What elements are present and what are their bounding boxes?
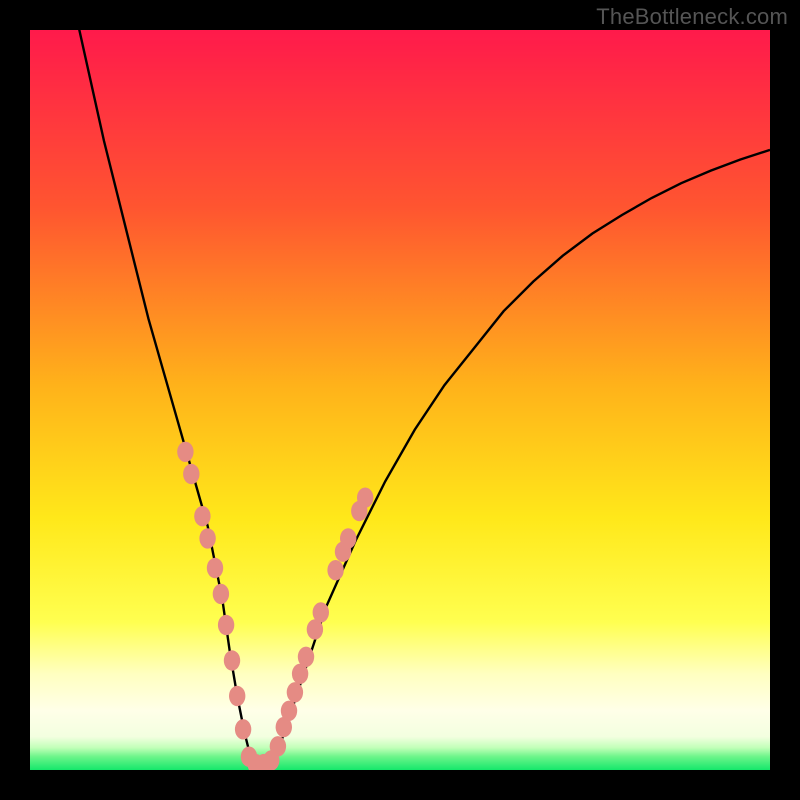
data-dot	[224, 650, 240, 670]
data-dot	[199, 528, 215, 548]
data-dot	[313, 602, 329, 622]
chart-frame	[30, 30, 770, 770]
data-dot	[194, 506, 210, 526]
data-dot	[218, 615, 234, 635]
data-dot	[287, 682, 303, 702]
data-dot	[357, 488, 373, 508]
data-dot	[270, 736, 286, 756]
data-dot	[177, 442, 193, 462]
data-dot	[327, 560, 343, 580]
bottleneck-chart	[30, 30, 770, 770]
data-dot	[207, 558, 223, 578]
data-dot	[340, 528, 356, 548]
data-dot	[213, 584, 229, 604]
gradient-background	[30, 30, 770, 770]
data-dot	[235, 719, 251, 739]
data-dot	[298, 647, 314, 667]
data-dot	[281, 701, 297, 721]
data-dot	[229, 686, 245, 706]
attribution-text: TheBottleneck.com	[596, 4, 788, 30]
data-dot	[183, 464, 199, 484]
plot-area	[30, 30, 770, 770]
